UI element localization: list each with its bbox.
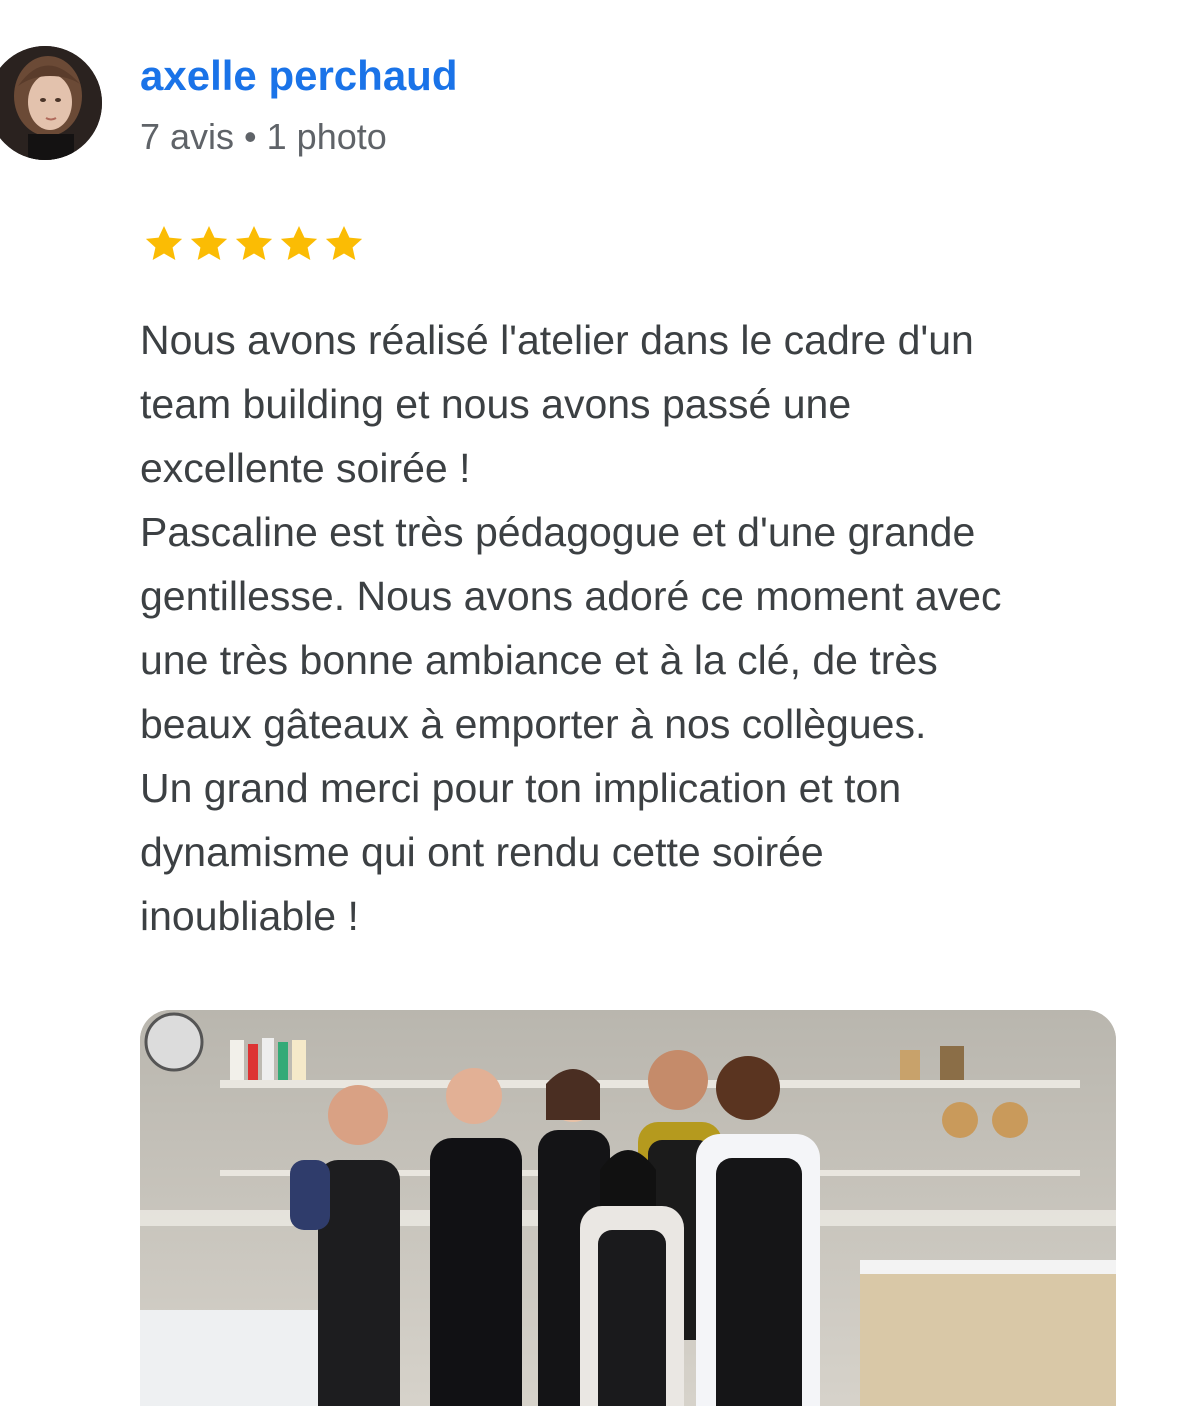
review-text-line: Pascaline est très pédagogue et d'une gr…: [140, 509, 976, 555]
review-text: Nous avons réalisé l'atelier dans le cad…: [140, 308, 1140, 948]
author-avatar[interactable]: [0, 46, 102, 160]
review-photo[interactable]: [140, 1010, 1116, 1406]
author-review-count: 7 avis • 1 photo: [140, 116, 387, 157]
star-icon: [277, 222, 321, 266]
star-rating: [142, 222, 366, 266]
team-photo-image: [140, 1010, 1116, 1406]
review-text-line: une très bonne ambiance et à la clé, de …: [140, 637, 938, 683]
review-text-line: inoubliable !: [140, 893, 359, 939]
star-icon: [232, 222, 276, 266]
review-text-line: excellente soirée !: [140, 445, 471, 491]
author-name-link[interactable]: axelle perchaud: [140, 50, 457, 102]
review-text-line: Nous avons réalisé l'atelier dans le cad…: [140, 317, 974, 363]
review-text-line: team building et nous avons passé une: [140, 381, 852, 427]
review-text-line: beaux gâteaux à emporter à nos collègues…: [140, 701, 927, 747]
review-text-line: dynamisme qui ont rendu cette soirée: [140, 829, 824, 875]
star-icon: [322, 222, 366, 266]
avatar-image: [0, 46, 102, 160]
review-text-line: Un grand merci pour ton implication et t…: [140, 765, 902, 811]
review-text-line: gentillesse. Nous avons adoré ce moment …: [140, 573, 1002, 619]
star-icon: [142, 222, 186, 266]
star-icon: [187, 222, 231, 266]
